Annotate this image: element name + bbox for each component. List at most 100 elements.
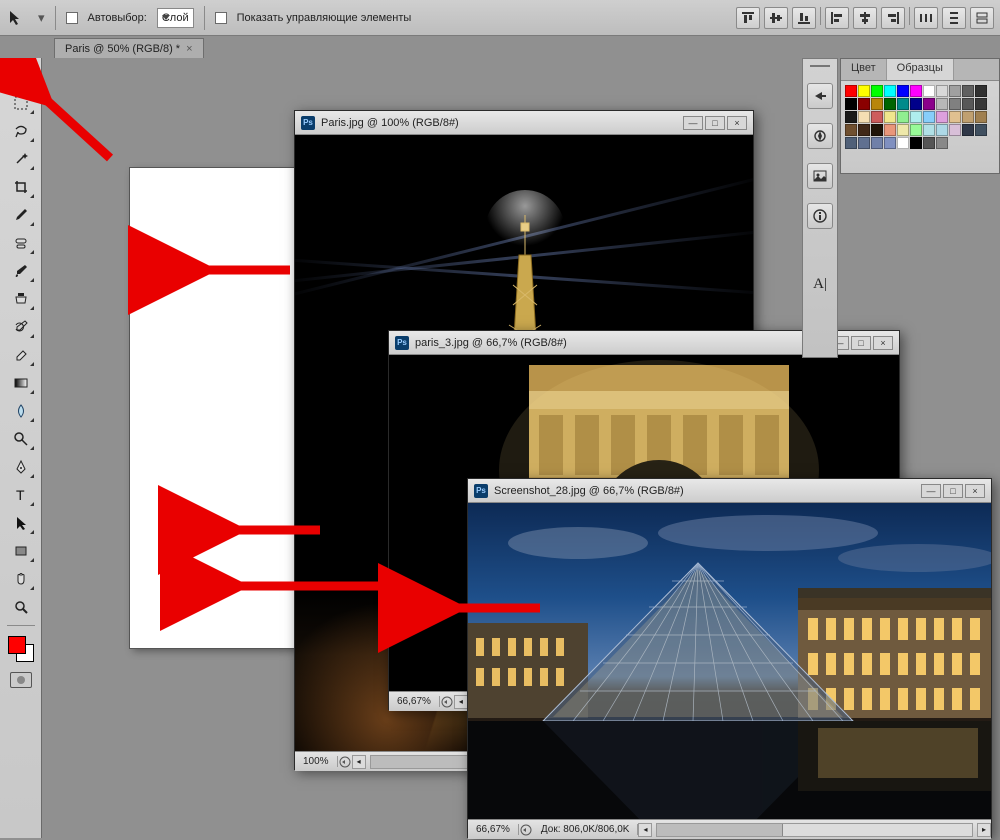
minimize-button[interactable]: — xyxy=(683,116,703,130)
auto-align-button[interactable] xyxy=(970,7,994,29)
swatch[interactable] xyxy=(845,137,857,149)
zoom-level[interactable]: 100% xyxy=(295,756,338,767)
swatch[interactable] xyxy=(897,98,909,110)
navigator-panel-icon[interactable] xyxy=(807,123,833,149)
clone-stamp-tool[interactable] xyxy=(6,286,36,312)
hand-tool[interactable] xyxy=(6,566,36,592)
swatch[interactable] xyxy=(949,124,961,136)
tab-swatches[interactable]: Образцы xyxy=(887,59,954,80)
swatch[interactable] xyxy=(858,98,870,110)
swatch[interactable] xyxy=(949,85,961,97)
swatch[interactable] xyxy=(858,137,870,149)
swatch[interactable] xyxy=(845,111,857,123)
swatch[interactable] xyxy=(910,98,922,110)
foreground-color-swatch[interactable] xyxy=(8,636,26,654)
image-panel-icon[interactable] xyxy=(807,163,833,189)
swatch[interactable] xyxy=(858,85,870,97)
swatch[interactable] xyxy=(975,124,987,136)
swatch[interactable] xyxy=(897,111,909,123)
quick-mask-button[interactable] xyxy=(10,672,32,688)
swatch[interactable] xyxy=(897,85,909,97)
align-left-button[interactable] xyxy=(825,7,849,29)
info-panel-icon[interactable] xyxy=(807,203,833,229)
close-button[interactable]: × xyxy=(727,116,747,130)
swatch[interactable] xyxy=(845,98,857,110)
blur-tool[interactable] xyxy=(6,398,36,424)
magic-wand-tool[interactable] xyxy=(6,146,36,172)
marquee-tool[interactable] xyxy=(6,90,36,116)
character-panel-icon[interactable]: A| xyxy=(807,271,833,297)
align-vcenter-button[interactable] xyxy=(764,7,788,29)
eraser-tool[interactable] xyxy=(6,342,36,368)
maximize-button[interactable]: □ xyxy=(705,116,725,130)
align-top-button[interactable] xyxy=(736,7,760,29)
lasso-tool[interactable] xyxy=(6,118,36,144)
swatch[interactable] xyxy=(923,124,935,136)
scroll-left-button[interactable]: ◂ xyxy=(352,755,366,769)
swatch[interactable] xyxy=(884,124,896,136)
swatch[interactable] xyxy=(962,124,974,136)
swatch[interactable] xyxy=(858,111,870,123)
history-brush-tool[interactable] xyxy=(6,314,36,340)
swatch[interactable] xyxy=(936,98,948,110)
swatch[interactable] xyxy=(975,111,987,123)
swatch[interactable] xyxy=(910,124,922,136)
distribute-h-button[interactable] xyxy=(914,7,938,29)
swatch[interactable] xyxy=(962,98,974,110)
scroll-left-button[interactable]: ◂ xyxy=(454,695,468,709)
swatch[interactable] xyxy=(910,111,922,123)
swatch[interactable] xyxy=(936,137,948,149)
dodge-tool[interactable] xyxy=(6,426,36,452)
swatch[interactable] xyxy=(949,98,961,110)
swatch[interactable] xyxy=(910,85,922,97)
document-tab[interactable]: Paris @ 50% (RGB/8) * × xyxy=(54,38,204,58)
arrow-panel-icon[interactable] xyxy=(807,83,833,109)
zoom-level[interactable]: 66,67% xyxy=(468,824,519,835)
swatch[interactable] xyxy=(923,137,935,149)
swatch[interactable] xyxy=(923,85,935,97)
swatch[interactable] xyxy=(897,137,909,149)
swatch[interactable] xyxy=(923,98,935,110)
crop-tool[interactable] xyxy=(6,174,36,200)
swatch[interactable] xyxy=(949,111,961,123)
align-bottom-button[interactable] xyxy=(792,7,816,29)
swatch[interactable] xyxy=(871,111,883,123)
swatch[interactable] xyxy=(845,85,857,97)
swatch[interactable] xyxy=(871,85,883,97)
swatch[interactable] xyxy=(936,111,948,123)
move-tool[interactable] xyxy=(6,62,36,88)
swatch[interactable] xyxy=(897,124,909,136)
gradient-tool[interactable] xyxy=(6,370,36,396)
layer-dropdown[interactable]: Слой xyxy=(157,8,194,28)
pen-tool[interactable] xyxy=(6,454,36,480)
close-icon[interactable]: × xyxy=(186,43,192,55)
swatch[interactable] xyxy=(962,85,974,97)
swatch[interactable] xyxy=(975,85,987,97)
swatch[interactable] xyxy=(910,137,922,149)
color-swatch[interactable] xyxy=(8,636,34,662)
swatch[interactable] xyxy=(871,137,883,149)
swatch[interactable] xyxy=(884,111,896,123)
swatch[interactable] xyxy=(923,111,935,123)
rectangle-tool[interactable] xyxy=(6,538,36,564)
healing-brush-tool[interactable] xyxy=(6,230,36,256)
scroll-left-button[interactable]: ◂ xyxy=(638,823,652,837)
swatch[interactable] xyxy=(936,124,948,136)
swatch[interactable] xyxy=(845,124,857,136)
show-controls-checkbox[interactable] xyxy=(215,12,227,24)
window-titlebar[interactable]: Ps Paris.jpg @ 100% (RGB/8#) — □ × xyxy=(295,111,753,135)
swatch[interactable] xyxy=(936,85,948,97)
brush-tool[interactable] xyxy=(6,258,36,284)
swatch[interactable] xyxy=(962,111,974,123)
auto-select-checkbox[interactable] xyxy=(66,12,78,24)
eyedropper-tool[interactable] xyxy=(6,202,36,228)
swatch[interactable] xyxy=(884,98,896,110)
distribute-v-button[interactable] xyxy=(942,7,966,29)
zoom-level[interactable]: 66,67% xyxy=(389,696,440,707)
swatch[interactable] xyxy=(871,98,883,110)
zoom-tool[interactable] xyxy=(6,594,36,620)
swatch[interactable] xyxy=(975,98,987,110)
swatch[interactable] xyxy=(871,124,883,136)
align-right-button[interactable] xyxy=(881,7,905,29)
type-tool[interactable]: T xyxy=(6,482,36,508)
